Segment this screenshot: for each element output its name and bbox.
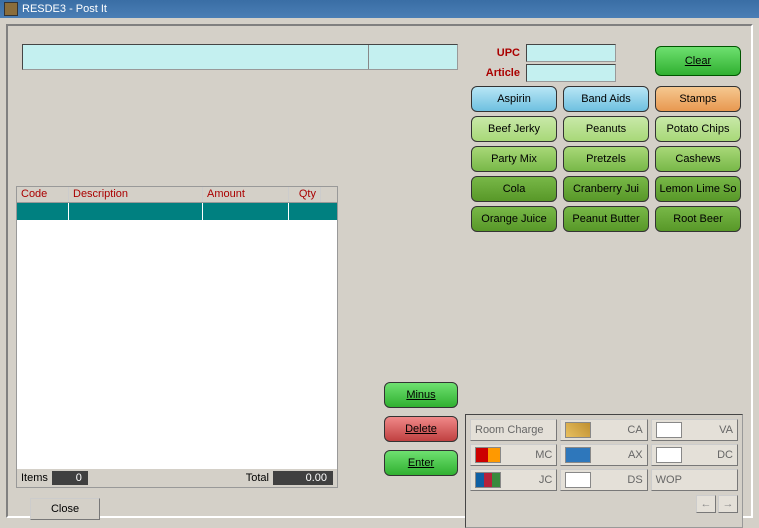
table-header: Code Description Amount Qty — [17, 187, 337, 203]
payment-cell-va[interactable]: VA — [651, 419, 738, 441]
product-button-cashews[interactable]: Cashews — [655, 146, 741, 172]
product-button-cola[interactable]: Cola — [471, 176, 557, 202]
delete-button[interactable]: Delete — [384, 416, 458, 442]
mc-icon — [475, 447, 501, 463]
ax-icon — [565, 447, 591, 463]
item-table: Code Description Amount Qty Items 0 Tota… — [16, 186, 338, 488]
payment-cell-room-charge[interactable]: Room Charge — [470, 419, 557, 441]
payment-cell-jc[interactable]: JC — [470, 469, 557, 491]
jcb-icon — [475, 472, 501, 488]
ds-icon — [565, 472, 591, 488]
product-button-band-aids[interactable]: Band Aids — [563, 86, 649, 112]
minus-button[interactable]: Minus — [384, 382, 458, 408]
payment-cell-ds[interactable]: DS — [560, 469, 647, 491]
payment-next-button[interactable]: → — [718, 495, 738, 513]
clear-button[interactable]: Clear — [655, 46, 741, 76]
payment-cell-dc[interactable]: DC — [651, 444, 738, 466]
close-button[interactable]: Close — [30, 498, 100, 520]
dc-icon — [656, 447, 682, 463]
items-value: 0 — [52, 471, 88, 485]
payment-cell-ax[interactable]: AX — [560, 444, 647, 466]
enter-button[interactable]: Enter — [384, 450, 458, 476]
visa-icon — [656, 422, 682, 438]
product-button-lemon-lime-so[interactable]: Lemon Lime So — [655, 176, 741, 202]
payment-cell-wop[interactable]: WOP — [651, 469, 738, 491]
payment-prev-button[interactable]: ← — [696, 495, 716, 513]
table-body[interactable] — [17, 203, 337, 469]
product-button-peanuts[interactable]: Peanuts — [563, 116, 649, 142]
display-seg-aux — [369, 45, 457, 69]
display-seg-main — [23, 45, 369, 69]
payment-cell-mc[interactable]: MC — [470, 444, 557, 466]
cash-icon — [565, 422, 591, 438]
product-button-root-beer[interactable]: Root Beer — [655, 206, 741, 232]
product-button-peanut-butter[interactable]: Peanut Butter — [563, 206, 649, 232]
product-button-orange-juice[interactable]: Orange Juice — [471, 206, 557, 232]
upc-input[interactable] — [526, 44, 616, 62]
product-button-potato-chips[interactable]: Potato Chips — [655, 116, 741, 142]
total-value: 0.00 — [273, 471, 333, 485]
product-button-cranberry-jui[interactable]: Cranberry Jui — [563, 176, 649, 202]
product-button-stamps[interactable]: Stamps — [655, 86, 741, 112]
product-button-party-mix[interactable]: Party Mix — [471, 146, 557, 172]
window-title: RESDE3 - Post It — [22, 3, 107, 15]
col-desc[interactable]: Description — [69, 187, 203, 202]
display-bar — [22, 44, 458, 70]
product-button-aspirin[interactable]: Aspirin — [471, 86, 557, 112]
table-footer: Items 0 Total 0.00 — [17, 469, 337, 487]
window-titlebar: RESDE3 - Post It — [0, 0, 759, 18]
col-qty[interactable]: Qty — [289, 187, 321, 202]
article-input[interactable] — [526, 64, 616, 82]
upc-label: UPC — [472, 47, 520, 59]
col-amount[interactable]: Amount — [203, 187, 289, 202]
app-icon — [4, 2, 18, 16]
total-label: Total — [246, 472, 269, 484]
product-button-pretzels[interactable]: Pretzels — [563, 146, 649, 172]
payment-panel: Room ChargeCAVA MCAXDC JCDSWOP ← → — [465, 414, 743, 528]
items-label: Items — [21, 472, 48, 484]
payment-cell-ca[interactable]: CA — [560, 419, 647, 441]
article-label: Article — [472, 67, 520, 79]
product-button-beef-jerky[interactable]: Beef Jerky — [471, 116, 557, 142]
table-row[interactable] — [17, 203, 337, 221]
product-grid: AspirinBand AidsStampsBeef JerkyPeanutsP… — [471, 86, 741, 232]
col-code[interactable]: Code — [17, 187, 69, 202]
